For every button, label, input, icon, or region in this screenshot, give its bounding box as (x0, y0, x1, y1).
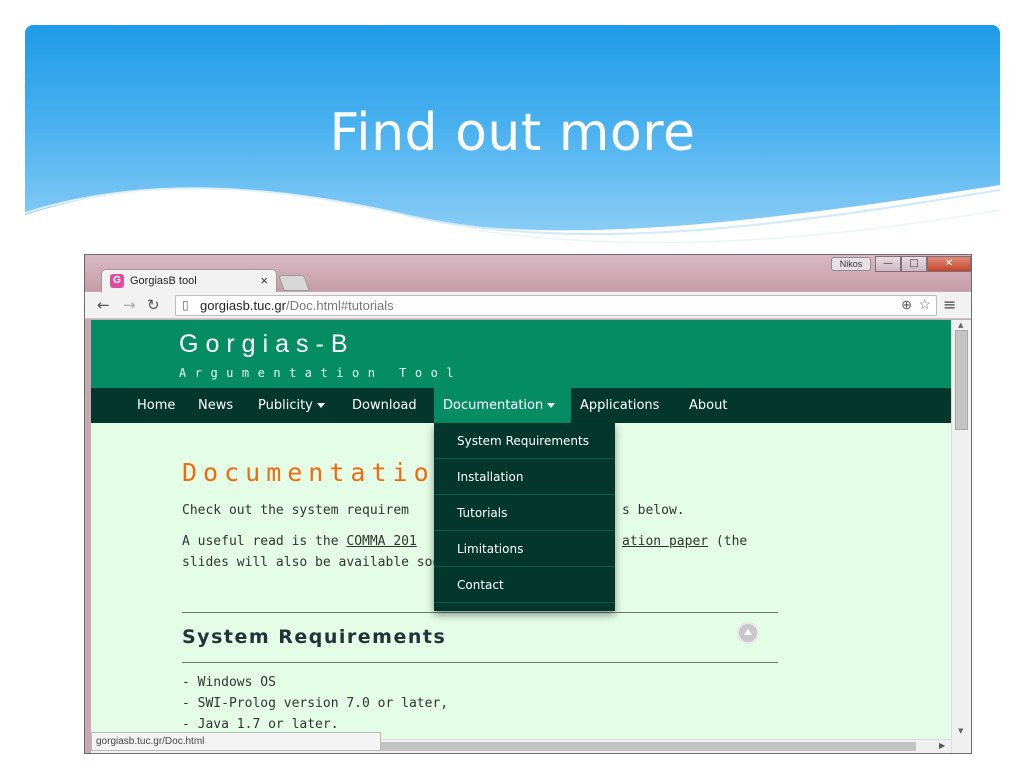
page-viewport: Gorgias-B Argumentation Tool Home News P… (91, 320, 971, 753)
forward-arrow-icon[interactable]: → (123, 296, 136, 314)
scroll-down-icon[interactable]: ▼ (958, 727, 963, 735)
nav-news[interactable]: News (189, 388, 242, 423)
page-heading: Documentatio (182, 458, 435, 487)
reading-text: A useful read is the (182, 534, 347, 549)
list-item: - SWI-Prolog version 7.0 or later, (182, 696, 449, 711)
reading-paragraph-end: ation paper (the (622, 531, 747, 552)
site-navbar: Home News Publicity Download Documentati… (91, 388, 951, 423)
url-path: /Doc.html#tutorials (286, 298, 394, 313)
browser-toolbar: ← → ↻ ▯ gorgiasb.tuc.gr/Doc.html#tutoria… (85, 292, 971, 319)
slide-title: Find out more (329, 103, 696, 163)
nav-applications[interactable]: Applications (571, 388, 668, 423)
zoom-icon[interactable]: ⊕ (901, 297, 912, 313)
url-text: gorgiasb.tuc.gr/Doc.html#tutorials (200, 298, 394, 313)
window-controls: — □ ✕ (875, 256, 971, 272)
nav-publicity-label: Publicity (258, 398, 313, 413)
comma-paper-link[interactable]: COMMA 201 (346, 534, 416, 549)
bookmark-star-icon[interactable]: ☆ (918, 296, 931, 313)
intro-paragraph: Check out the system requirem (182, 500, 409, 521)
slide-header: Find out more (25, 25, 1000, 260)
page-icon: ▯ (182, 298, 189, 312)
browser-window: G GorgiasB tool × Nikos — □ ✕ ← → ↻ ▯ go… (84, 254, 972, 754)
reading-paragraph: A useful read is the COMMA 201 (182, 531, 417, 552)
nav-about[interactable]: About (680, 388, 736, 423)
close-window-button[interactable]: ✕ (927, 256, 971, 272)
horizontal-scroll-thumb[interactable] (381, 742, 916, 751)
divider (182, 662, 778, 663)
site-name: Gorgias-B (179, 330, 355, 358)
scroll-up-icon[interactable]: ▲ (958, 321, 963, 329)
scroll-thumb[interactable] (955, 330, 968, 430)
dropdown-item-installation[interactable]: Installation (434, 459, 615, 495)
site-tagline: Argumentation Tool (179, 366, 463, 380)
dropdown-item-limitations[interactable]: Limitations (434, 531, 615, 567)
gorgias-favicon-icon: G (110, 274, 124, 288)
nav-download[interactable]: Download (343, 388, 426, 423)
intro-text-start: Check out the system requirem (182, 503, 409, 518)
tab-close-icon[interactable]: × (260, 273, 268, 288)
intro-paragraph-end: s below. (622, 503, 685, 518)
divider (182, 612, 778, 613)
new-tab-button[interactable] (278, 275, 310, 291)
profile-button[interactable]: Nikos (831, 257, 871, 271)
browser-tab[interactable]: G GorgiasB tool × (101, 269, 277, 293)
hamburger-menu-icon[interactable]: ≡ (943, 295, 956, 314)
url-host: gorgiasb.tuc.gr (200, 298, 286, 313)
dropdown-item-system-requirements[interactable]: System Requirements (434, 423, 615, 459)
scroll-right-icon[interactable]: ▶ (939, 741, 945, 750)
browser-titlebar: G GorgiasB tool × Nikos — □ ✕ (85, 255, 971, 293)
section-heading: System Requirements (182, 626, 447, 648)
address-bar[interactable]: ▯ gorgiasb.tuc.gr/Doc.html#tutorials ⊕ ☆ (175, 295, 937, 316)
reading-text-end: (the (708, 534, 748, 549)
list-item: - Windows OS (182, 675, 276, 690)
tab-title: GorgiasB tool (130, 275, 197, 287)
nav-home[interactable]: Home (128, 388, 184, 423)
reading-paragraph-line2: slides will also be available soo (182, 555, 441, 570)
back-arrow-icon[interactable]: ← (97, 296, 110, 314)
minimize-button[interactable]: — (875, 256, 901, 272)
chevron-down-icon (316, 403, 325, 408)
chevron-down-icon (547, 403, 556, 408)
reload-icon[interactable]: ↻ (147, 296, 160, 314)
nav-documentation-label: Documentation (443, 398, 544, 413)
nav-publicity[interactable]: Publicity (249, 388, 334, 423)
status-url: gorgiasb.tuc.gr/Doc.html (91, 732, 381, 751)
documentation-dropdown: System Requirements Installation Tutoria… (434, 423, 615, 611)
presentation-paper-link[interactable]: ation paper (622, 534, 708, 549)
dropdown-item-contact[interactable]: Contact (434, 567, 615, 603)
list-item: - Java 1.7 or later. (182, 717, 339, 732)
dropdown-item-tutorials[interactable]: Tutorials (434, 495, 615, 531)
site-header: Gorgias-B Argumentation Tool (91, 320, 951, 388)
nav-documentation[interactable]: Documentation (434, 388, 571, 423)
vertical-scrollbar[interactable]: ▲ ▼ (951, 320, 971, 753)
scroll-top-icon[interactable] (737, 622, 759, 644)
maximize-button[interactable]: □ (901, 256, 927, 272)
